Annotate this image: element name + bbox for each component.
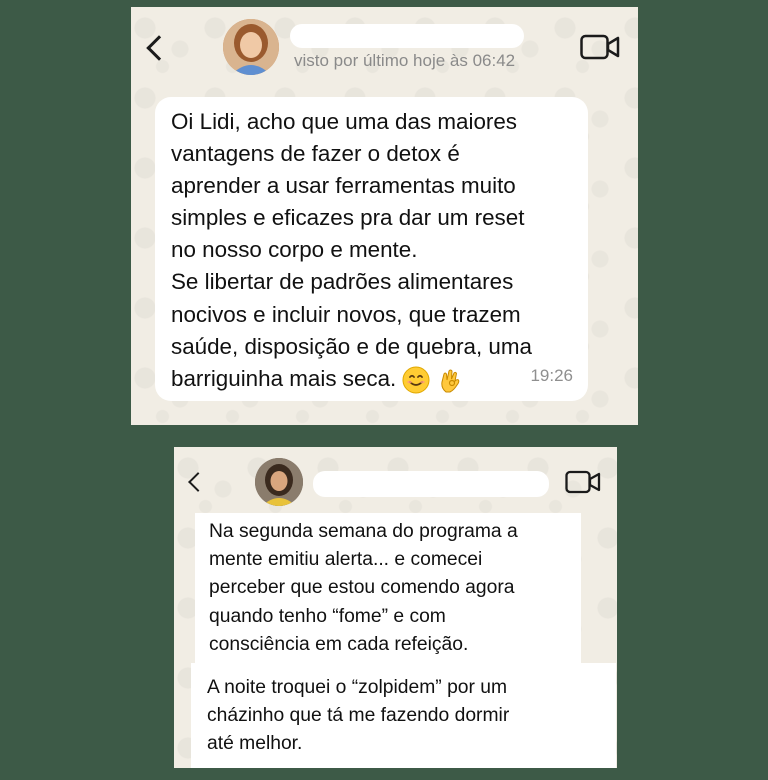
- message-line: cházinho que tá me fazendo dormir: [207, 705, 510, 727]
- back-chevron-icon[interactable]: [146, 35, 172, 61]
- message-line: aprender a usar ferramentas muito: [171, 173, 516, 199]
- message-last-line: barriguinha mais seca.: [171, 363, 574, 395]
- message-line: Oi Lidi, acho que uma das maiores: [171, 109, 517, 134]
- message-bubble: A noite troquei o “zolpidem” por um cház…: [191, 663, 616, 768]
- message-line-text: barriguinha mais seca.: [171, 365, 397, 391]
- message-timestamp: 19:26: [530, 365, 573, 385]
- message-line: quando tenho “fome” e com: [209, 605, 446, 627]
- chat-screenshot-2: Na segunda semana do programa a mente em…: [174, 447, 617, 768]
- back-chevron-icon[interactable]: [188, 472, 208, 492]
- chat-screenshot-1: visto por último hoje às 06:42 Oi Lidi, …: [131, 7, 638, 425]
- message-line: saúde, disposição e de quebra, uma: [171, 333, 532, 359]
- contact-avatar[interactable]: [255, 458, 303, 506]
- message-line: Se libertar de padrões alimentares: [171, 269, 514, 295]
- last-seen-status: visto por último hoje às 06:42: [294, 51, 516, 70]
- message-line: consciência em cada refeição.: [209, 633, 469, 655]
- message-line: perceber que estou comendo agora: [209, 577, 515, 599]
- message-line: no nosso corpo e mente.: [171, 237, 418, 263]
- message-bubble: Oi Lidi, acho que uma das maiores vantag…: [155, 97, 588, 401]
- message-line: vantagens de fazer o detox é: [171, 141, 460, 167]
- video-call-icon[interactable]: [580, 34, 620, 60]
- message-line: A noite troquei o “zolpidem” por um: [207, 677, 508, 698]
- message-line: Na segunda semana do programa a: [209, 521, 518, 542]
- smiling-face-emoji-icon: [402, 366, 430, 394]
- message-line: nocivos e incluir novos, que trazem: [171, 301, 521, 327]
- message-bubble: Na segunda semana do programa a mente em…: [195, 513, 581, 663]
- contact-name-redacted: [313, 471, 549, 497]
- ok-hand-emoji-icon: [441, 369, 460, 393]
- contact-avatar[interactable]: [223, 19, 279, 75]
- message-line: simples e eficazes pra dar um reset: [171, 205, 525, 231]
- contact-name-redacted: [290, 24, 524, 48]
- video-call-icon[interactable]: [565, 470, 601, 494]
- message-line: até melhor.: [207, 733, 303, 755]
- message-line: mente emitiu alerta... e comecei: [209, 549, 483, 571]
